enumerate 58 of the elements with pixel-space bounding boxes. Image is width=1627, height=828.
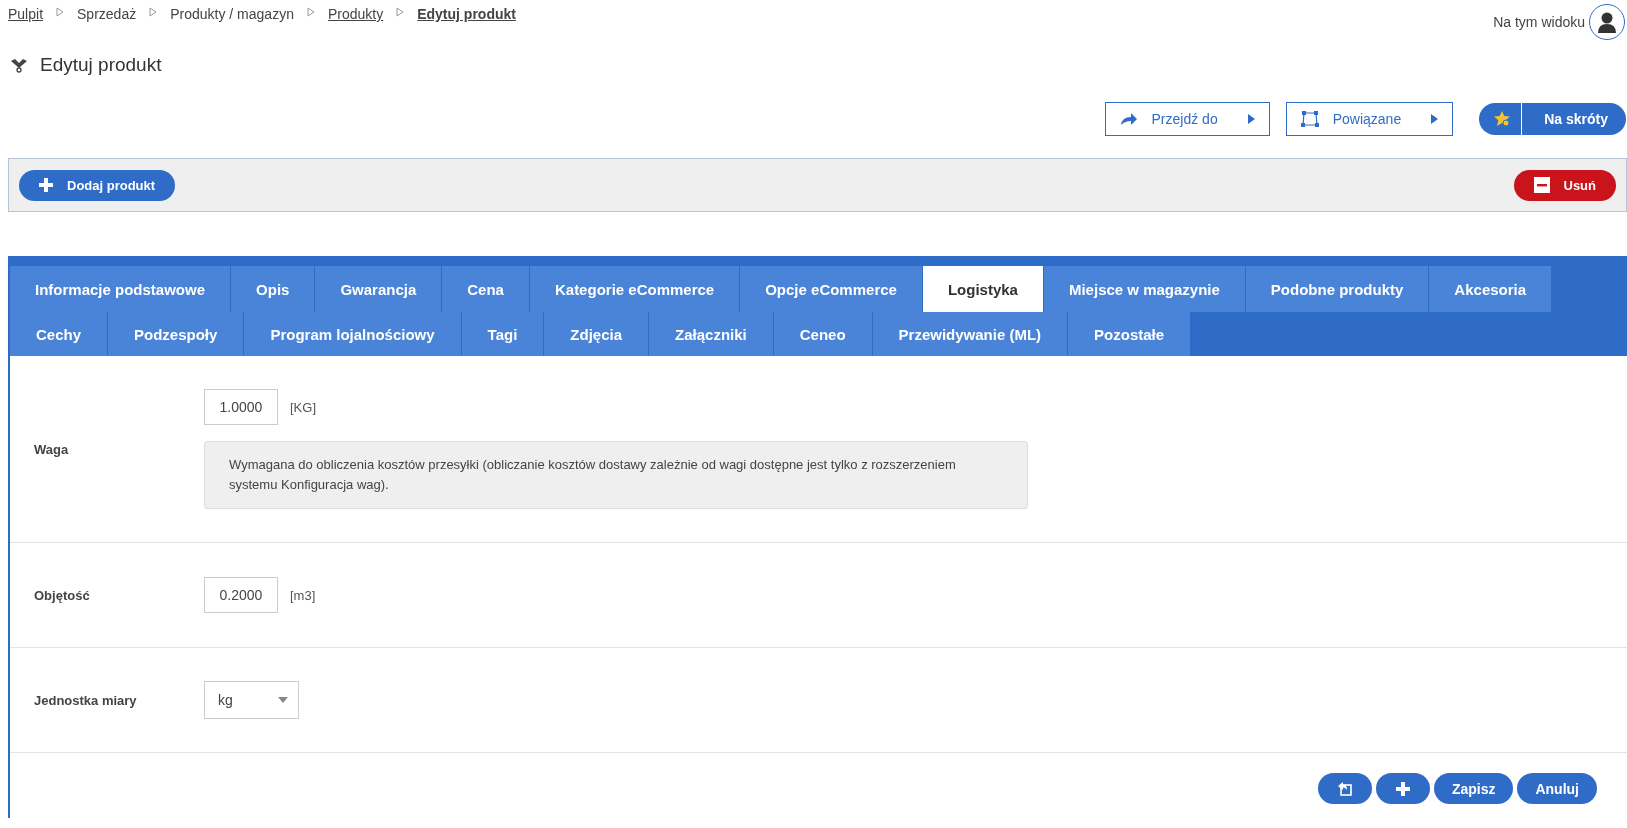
tab[interactable]: Logistyka xyxy=(922,266,1044,312)
caret-right-icon xyxy=(1431,114,1439,124)
related-button[interactable]: Powiązane xyxy=(1285,102,1454,136)
tab[interactable]: Załączniki xyxy=(649,312,774,356)
product-icon xyxy=(10,57,28,73)
breadcrumb-separator-icon xyxy=(396,7,405,17)
breadcrumb-separator-icon xyxy=(149,7,158,17)
tab[interactable]: Cechy xyxy=(10,312,109,356)
add-button[interactable] xyxy=(1375,773,1430,804)
connected-nodes-icon xyxy=(1300,111,1319,127)
page-title: Edytuj produkt xyxy=(40,54,162,76)
star-icon xyxy=(1493,110,1512,128)
breadcrumb-link[interactable]: Pulpit xyxy=(8,6,44,22)
tab[interactable]: Ceneo xyxy=(773,312,873,356)
field-label: Objętość xyxy=(33,587,91,603)
breadcrumb-item: Sprzedaż xyxy=(77,6,137,22)
minus-icon xyxy=(1533,177,1550,193)
number-input-field[interactable]: 1.0000 xyxy=(204,389,278,425)
tab[interactable]: Zdjęcia xyxy=(544,312,650,356)
share-arrow-icon xyxy=(1119,112,1138,126)
tab[interactable]: Kategorie eCommerce xyxy=(529,266,741,312)
tab[interactable]: Akcesoria xyxy=(1429,266,1553,312)
tab[interactable]: Informacje podstawowe xyxy=(10,266,232,312)
view-label: Na tym widoku xyxy=(1493,14,1585,30)
breadcrumb-item: Produkty / magazyn xyxy=(170,6,294,22)
plus-icon xyxy=(1395,781,1410,796)
tab[interactable]: Miejsce w magazynie xyxy=(1043,266,1246,312)
breadcrumb-link[interactable]: Edytuj produkt xyxy=(417,6,516,22)
tab[interactable]: Program lojalnościowy xyxy=(244,312,462,356)
tab[interactable]: Cena xyxy=(442,266,530,312)
unit-label: [m3] xyxy=(290,587,316,603)
field-label: Waga xyxy=(33,441,70,457)
tab[interactable]: Podzespoły xyxy=(108,312,245,356)
delete-button[interactable]: Usuń xyxy=(1513,169,1616,201)
breadcrumb-link[interactable]: Produkty xyxy=(327,6,384,22)
unit-label: [KG] xyxy=(290,399,316,415)
number-input-field[interactable]: 0.2000 xyxy=(204,577,278,613)
breadcrumb-separator-icon xyxy=(306,7,315,17)
tab[interactable]: Przewidywanie (ML) xyxy=(872,312,1069,356)
field-label: Jednostka miary xyxy=(33,692,138,708)
dropdown-caret-icon xyxy=(278,697,288,703)
hint-tooltip: Wymagana do obliczenia kosztów przesyłki (obliczanie kosztów dostawy zależnie od wagi dostępne jest tylko z rozszerzeniem systemu Konfiguracja wag). xyxy=(204,441,1028,509)
form-button[interactable]: Zapisz xyxy=(1433,773,1514,804)
plus-icon xyxy=(39,178,53,192)
tab[interactable]: Opis xyxy=(231,266,316,312)
add-product-button[interactable]: Dodaj produkt xyxy=(19,169,176,201)
goto-button[interactable]: Przejdź do xyxy=(1104,102,1270,136)
form-button[interactable]: Anuluj xyxy=(1517,773,1597,804)
tab[interactable]: Pozostałe xyxy=(1068,312,1192,356)
breadcrumb-separator-icon xyxy=(56,7,65,17)
tab[interactable]: Podobne produkty xyxy=(1245,266,1430,312)
tab[interactable]: Opcje eCommerce xyxy=(740,266,923,312)
return-button[interactable] xyxy=(1317,773,1372,804)
caret-right-icon xyxy=(1247,114,1255,124)
shortcuts-button[interactable]: Na skróty xyxy=(1479,103,1626,135)
tab[interactable]: Gwarancja xyxy=(315,266,443,312)
tab[interactable]: Tagi xyxy=(461,312,545,356)
unit-select-dropdown[interactable]: kg xyxy=(204,681,299,719)
